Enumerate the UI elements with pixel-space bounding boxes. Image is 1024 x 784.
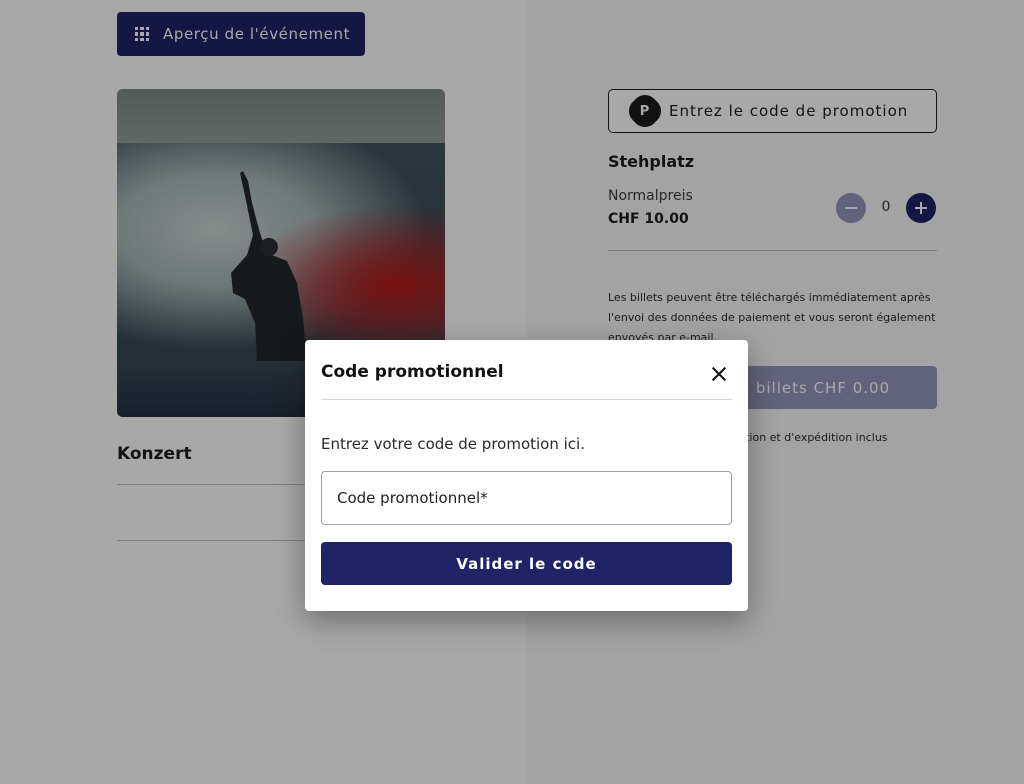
promo-code-input[interactable] [321,471,732,525]
close-icon[interactable] [708,363,730,385]
divider [321,399,732,400]
modal-description: Entrez votre code de promotion ici. [321,435,585,453]
validate-code-button[interactable]: Valider le code [321,542,732,585]
promo-code-modal: Code promotionnel Entrez votre code de p… [305,340,748,611]
modal-title: Code promotionnel [321,362,504,382]
